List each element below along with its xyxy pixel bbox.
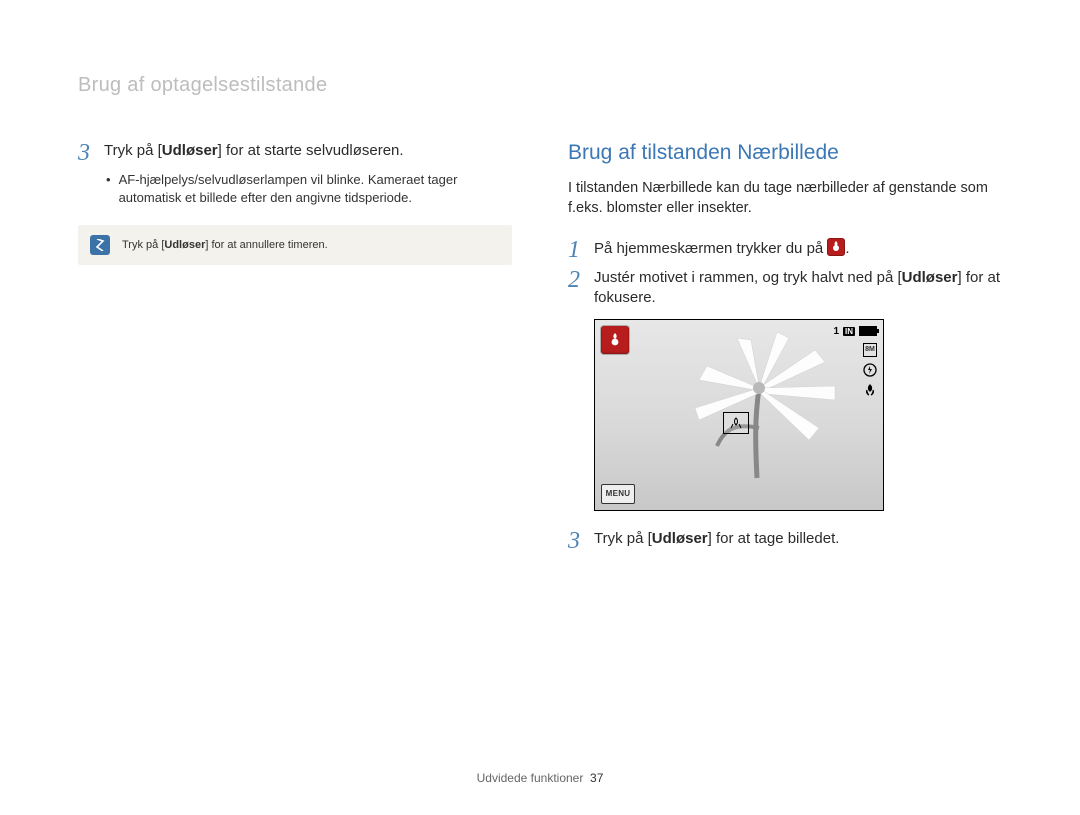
step-number: 1 [568,238,584,262]
page-number: 37 [590,771,603,785]
flower-illustration [677,328,847,488]
section-title: Brug af tilstanden Nærbillede [568,141,1002,165]
flash-off-icon [863,363,877,377]
text-fragment: ] for at tage billedet. [708,530,840,547]
step-3-left: 3 Tryk på [Udløser] for at starte selvud… [78,141,512,165]
step-text: Tryk på [Udløser] for at tage billedet. [594,529,839,549]
step-3-right: 3 Tryk på [Udløser] for at tage billedet… [568,529,1002,553]
breadcrumb: Brug af optagelsestilstande [78,74,1002,97]
text-fragment: Tryk på [ [104,142,162,159]
step-number: 2 [568,268,584,292]
shots-remaining: 1 [833,326,839,337]
text-bold: Udløser [902,269,958,286]
storage-icon: IN [843,327,855,336]
status-top-row: 1 IN [833,326,877,337]
text-bold: Udløser [162,142,218,159]
intro-text: I tilstanden Nærbillede kan du tage nærb… [568,179,1002,218]
content-columns: 3 Tryk på [Udløser] for at starte selvud… [78,141,1002,559]
focus-frame [723,412,749,434]
text-fragment: På hjemmeskærmen trykker du på [594,240,827,257]
manual-page: Brug af optagelsestilstande 3 Tryk på [U… [0,0,1080,815]
step-1-right: 1 På hjemmeskærmen trykker du på . [568,238,1002,262]
step-text: Tryk på [Udløser] for at starte selvudlø… [104,141,404,161]
left-column: 3 Tryk på [Udløser] for at starte selvud… [78,141,512,559]
text-fragment: ] for at annullere timeren. [205,239,327,251]
text-fragment: ] for at starte selvudløseren. [218,142,404,159]
macro-icon [863,383,877,397]
page-footer: Udvidede funktioner 37 [0,771,1080,785]
note-text: Tryk på [Udløser] for at annullere timer… [122,239,328,251]
camera-screen: MENU 1 IN 8M [594,319,884,511]
step-2-right: 2 Justér motivet i rammen, og tryk halvt… [568,268,1002,309]
text-fragment: Justér motivet i rammen, og tryk halvt n… [594,269,902,286]
text-bold: Udløser [652,530,708,547]
step-text: På hjemmeskærmen trykker du på . [594,238,850,259]
step-number: 3 [568,529,584,553]
note-icon [90,235,110,255]
bullet-text: AF-hjælpelys/selvudløserlampen vil blink… [119,171,512,207]
text-bold: Udløser [164,239,205,251]
footer-section: Udvidede funktioner [477,771,584,785]
menu-button: MENU [601,484,635,504]
resolution-icon: 8M [863,343,877,357]
status-column: 1 IN 8M [833,326,877,397]
closeup-mode-icon [827,238,845,256]
right-column: Brug af tilstanden Nærbillede I tilstand… [568,141,1002,559]
text-fragment: Tryk på [ [594,530,652,547]
text-fragment: Tryk på [ [122,239,164,251]
text-fragment: . [845,240,849,257]
mode-badge-icon [601,326,629,354]
step-text: Justér motivet i rammen, og tryk halvt n… [594,268,1002,309]
battery-icon [859,326,877,336]
bullet-row: • AF-hjælpelys/selvudløserlampen vil bli… [78,171,512,207]
bullet-dot: • [106,171,111,207]
note-box: Tryk på [Udløser] for at annullere timer… [78,225,512,265]
step-number: 3 [78,141,94,165]
